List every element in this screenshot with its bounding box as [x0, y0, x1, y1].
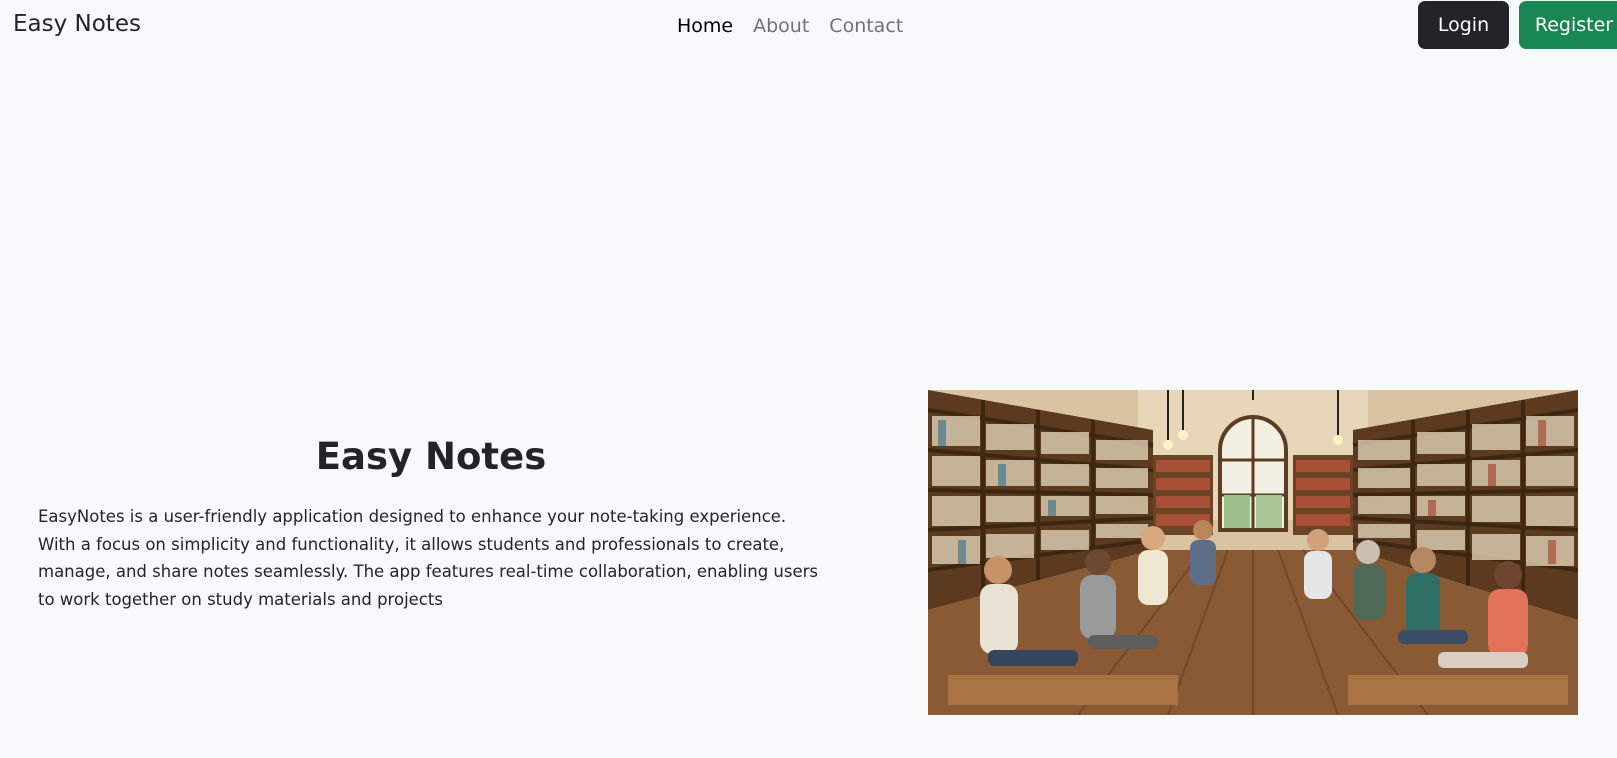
nav-links: Home About Contact — [677, 15, 903, 37]
nav-link-contact[interactable]: Contact — [829, 15, 903, 37]
library-illustration — [928, 390, 1578, 715]
hero-title: Easy Notes — [315, 435, 547, 478]
login-button[interactable]: Login — [1418, 1, 1509, 49]
hero-description: EasyNotes is a user-friendly application… — [38, 507, 819, 610]
brand-link[interactable]: Easy Notes — [13, 11, 141, 37]
library-image — [928, 390, 1578, 715]
register-button[interactable]: Register — [1519, 1, 1617, 49]
nav-link-home[interactable]: Home — [677, 15, 733, 37]
arched-window — [1218, 415, 1288, 532]
nav-link-about[interactable]: About — [753, 15, 809, 37]
navbar: Easy Notes Home About Contact Login Regi… — [0, 0, 1617, 54]
